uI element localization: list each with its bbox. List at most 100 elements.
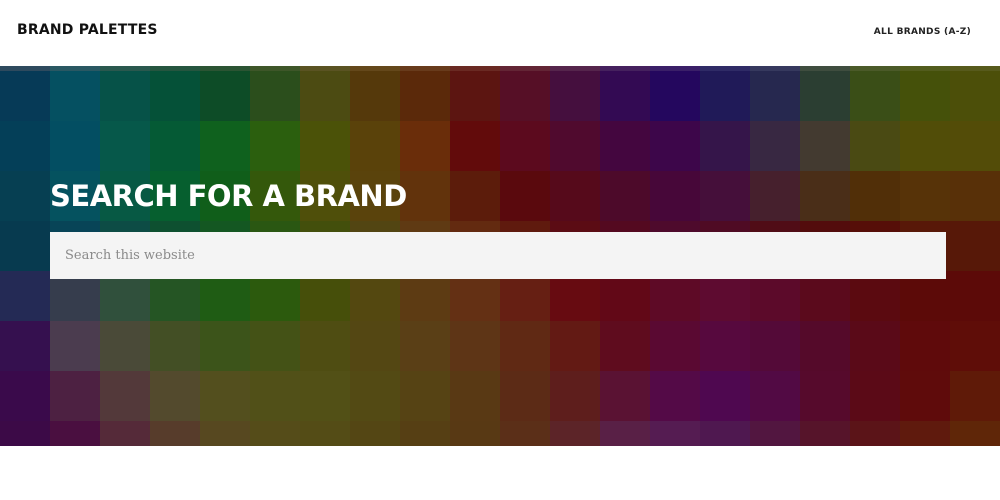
mosaic-tile: [800, 421, 850, 446]
mosaic-tile: [700, 121, 750, 171]
mosaic-tile: [150, 421, 200, 446]
mosaic-tile: [0, 371, 50, 421]
mosaic-tile: [900, 171, 950, 221]
mosaic-tile: [700, 371, 750, 421]
mosaic-tile: [600, 71, 650, 121]
mosaic-tile: [250, 71, 300, 121]
mosaic-tile: [650, 421, 700, 446]
mosaic-tile: [450, 421, 500, 446]
mosaic-tile: [250, 371, 300, 421]
mosaic-tile: [0, 171, 50, 221]
mosaic-tile: [100, 321, 150, 371]
mosaic-tile: [50, 421, 100, 446]
mosaic-tile: [850, 371, 900, 421]
hero-title: SEARCH FOR A BRAND: [50, 179, 407, 213]
mosaic-tile: [650, 321, 700, 371]
mosaic-tile: [350, 421, 400, 446]
mosaic-tile: [550, 371, 600, 421]
mosaic-tile: [800, 371, 850, 421]
mosaic-tile: [750, 121, 800, 171]
mosaic-tile: [950, 421, 1000, 446]
mosaic-tile: [900, 321, 950, 371]
content-area: [0, 446, 1000, 500]
mosaic-tile: [400, 171, 450, 221]
mosaic-tile: [400, 421, 450, 446]
mosaic-tile: [0, 221, 50, 271]
mosaic-tile: [450, 121, 500, 171]
mosaic-tile: [0, 421, 50, 446]
mosaic-tile: [200, 71, 250, 121]
mosaic-tile: [100, 71, 150, 121]
mosaic-tile: [200, 371, 250, 421]
mosaic-tile: [600, 371, 650, 421]
site-header: BRAND PALETTES ALL BRANDS (A-Z): [0, 0, 1000, 66]
mosaic-tile: [0, 71, 50, 121]
mosaic-tile: [400, 321, 450, 371]
mosaic-tile: [350, 321, 400, 371]
mosaic-tile: [900, 121, 950, 171]
mosaic-tile: [300, 121, 350, 171]
mosaic-tile: [950, 171, 1000, 221]
mosaic-tile: [500, 321, 550, 371]
mosaic-tile: [500, 121, 550, 171]
mosaic-tile: [600, 321, 650, 371]
mosaic-tile: [300, 421, 350, 446]
mosaic-tile: [850, 421, 900, 446]
mosaic-tile: [950, 121, 1000, 171]
mosaic-tile: [100, 121, 150, 171]
mosaic-tile: [750, 421, 800, 446]
mosaic-tile: [150, 71, 200, 121]
mosaic-tile: [250, 421, 300, 446]
mosaic-tile: [350, 121, 400, 171]
mosaic-tile: [250, 321, 300, 371]
mosaic-tile: [550, 321, 600, 371]
mosaic-tile: [400, 121, 450, 171]
mosaic-tile: [500, 421, 550, 446]
mosaic-tile: [950, 371, 1000, 421]
mosaic-tile: [250, 121, 300, 171]
mosaic-tile: [350, 371, 400, 421]
mosaic-tile: [800, 321, 850, 371]
mosaic-tile: [700, 171, 750, 221]
mosaic-tile: [50, 321, 100, 371]
mosaic-tile: [650, 71, 700, 121]
mosaic-tile: [50, 121, 100, 171]
mosaic-tile: [300, 71, 350, 121]
page: BRAND PALETTES ALL BRANDS (A-Z) SEARCH F…: [0, 0, 1000, 500]
mosaic-tile: [550, 171, 600, 221]
mosaic-tile: [500, 171, 550, 221]
mosaic-tile: [900, 421, 950, 446]
mosaic-tile: [650, 371, 700, 421]
mosaic-tile: [450, 371, 500, 421]
mosaic-tile: [400, 71, 450, 121]
mosaic-tile: [450, 171, 500, 221]
mosaic-tile: [150, 371, 200, 421]
mosaic-tile: [900, 71, 950, 121]
mosaic-tile: [100, 421, 150, 446]
mosaic-tile: [150, 121, 200, 171]
mosaic-tile: [300, 371, 350, 421]
mosaic-tile: [750, 71, 800, 121]
mosaic-tile: [550, 71, 600, 121]
mosaic-tile: [700, 421, 750, 446]
mosaic-tile: [850, 321, 900, 371]
mosaic-tile: [950, 321, 1000, 371]
mosaic-tile: [800, 171, 850, 221]
mosaic-tile: [950, 71, 1000, 121]
mosaic-tile: [400, 371, 450, 421]
nav-link-all-brands[interactable]: ALL BRANDS (A-Z): [874, 27, 971, 37]
mosaic-tile: [650, 171, 700, 221]
mosaic-tile: [500, 371, 550, 421]
search-input[interactable]: [50, 232, 946, 279]
mosaic-tile: [950, 271, 1000, 321]
mosaic-tile: [50, 371, 100, 421]
mosaic-tile: [750, 171, 800, 221]
mosaic-tile: [200, 321, 250, 371]
site-title-link[interactable]: BRAND PALETTES: [17, 22, 158, 38]
mosaic-tile: [950, 221, 1000, 271]
mosaic-tile: [750, 371, 800, 421]
mosaic-tile: [50, 71, 100, 121]
mosaic-tile: [600, 121, 650, 171]
mosaic-tile: [500, 71, 550, 121]
mosaic-tile: [300, 321, 350, 371]
